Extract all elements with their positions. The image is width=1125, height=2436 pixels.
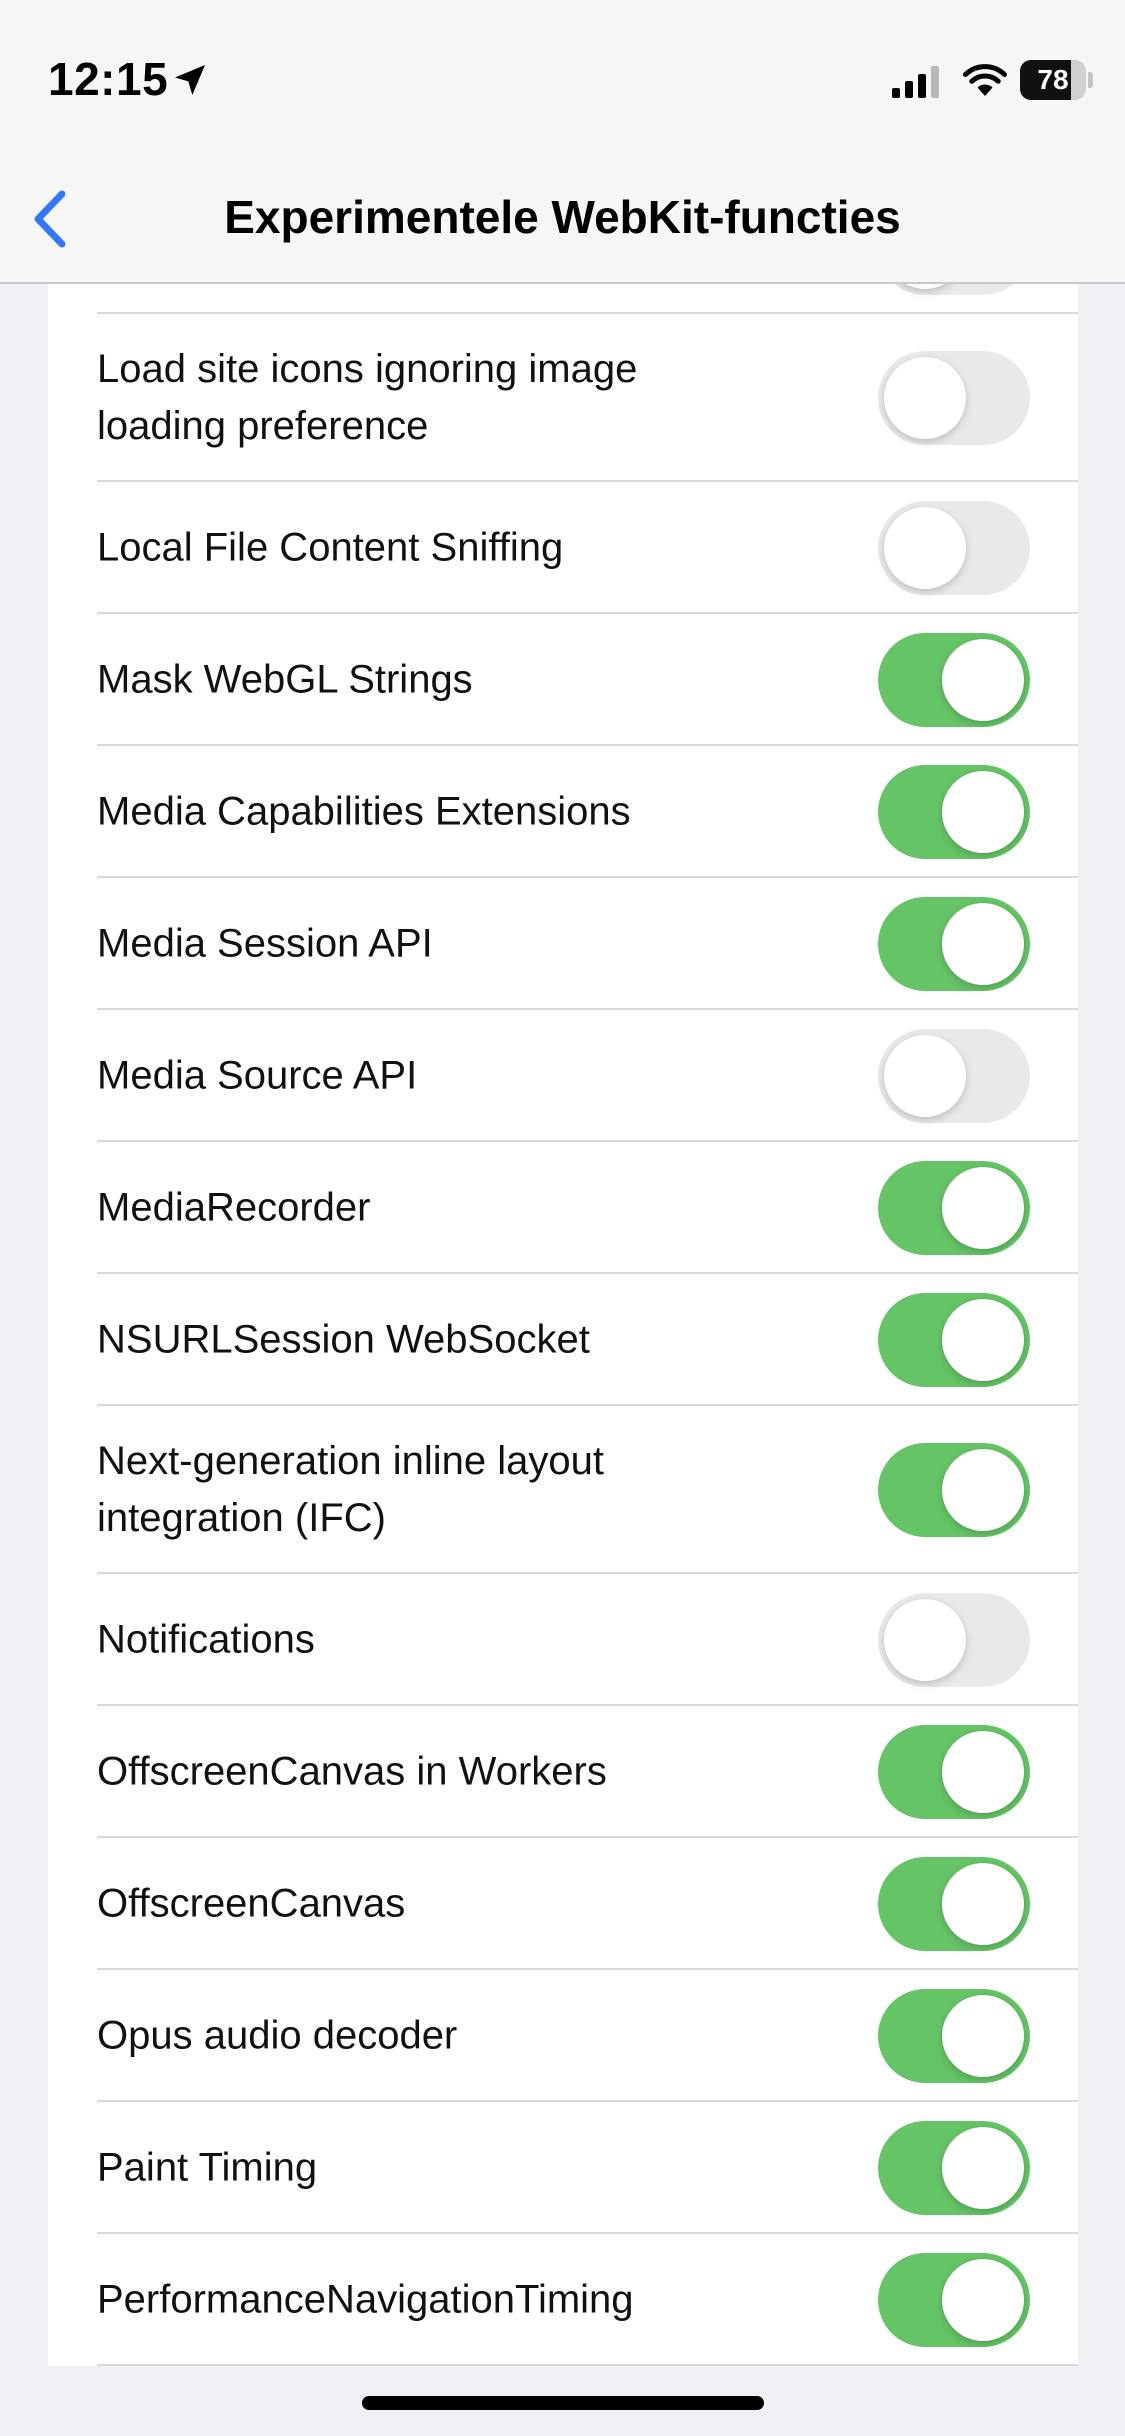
setting-label: Load site icons ignoring image loading p…: [97, 347, 638, 448]
setting-toggle[interactable]: [878, 897, 1030, 991]
settings-row: OffscreenCanvas in Workers: [48, 1706, 1078, 1838]
home-indicator: [362, 2396, 764, 2410]
toggle-knob: [942, 1863, 1024, 1945]
setting-toggle[interactable]: [878, 1293, 1030, 1387]
setting-toggle[interactable]: [878, 1593, 1030, 1687]
cellular-signal-icon: [892, 66, 939, 98]
setting-label: Local File Content Sniffing: [97, 525, 564, 570]
navigation-bar: Experimentele WebKit-functies: [0, 160, 1125, 284]
toggle-knob: [884, 284, 966, 289]
settings-row: Load site icons ignoring image loading p…: [48, 314, 1078, 482]
setting-label: OffscreenCanvas in Workers: [97, 1749, 607, 1794]
setting-label: Next-generation inline layout integratio…: [97, 1439, 604, 1540]
settings-row: PerformanceNavigationTiming: [48, 2234, 1078, 2366]
settings-row: Next-generation inline layout integratio…: [48, 1406, 1078, 1574]
settings-row: Notifications: [48, 1574, 1078, 1706]
settings-row: Media Session API: [48, 878, 1078, 1010]
battery-icon: 78: [1020, 60, 1086, 100]
setting-toggle[interactable]: [878, 351, 1030, 445]
toggle-knob: [942, 771, 1024, 853]
settings-row: Local File Content Sniffing: [48, 482, 1078, 614]
setting-toggle[interactable]: [878, 765, 1030, 859]
setting-label: Opus audio decoder: [97, 2013, 458, 2058]
setting-toggle[interactable]: [878, 633, 1030, 727]
toggle-knob: [942, 1449, 1024, 1531]
status-time: 12:15: [48, 53, 169, 105]
settings-row: MediaRecorder: [48, 1142, 1078, 1274]
setting-toggle[interactable]: [878, 1443, 1030, 1537]
setting-toggle[interactable]: [878, 1857, 1030, 1951]
setting-label: PerformanceNavigationTiming: [97, 2277, 634, 2322]
settings-row: Opus audio decoder: [48, 1970, 1078, 2102]
toggle-knob: [942, 2259, 1024, 2341]
settings-row: Paint Timing: [48, 2102, 1078, 2234]
page-title: Experimentele WebKit-functies: [224, 191, 901, 243]
toggle-knob: [942, 903, 1024, 985]
settings-row: LinkPrefetch: [48, 284, 1078, 314]
setting-label: MediaRecorder: [97, 1185, 371, 1230]
setting-toggle[interactable]: [878, 284, 1030, 295]
setting-toggle[interactable]: [878, 501, 1030, 595]
setting-toggle[interactable]: [878, 2253, 1030, 2347]
settings-row: Media Source API: [48, 1010, 1078, 1142]
settings-row: Mask WebGL Strings: [48, 614, 1078, 746]
setting-label: Media Source API: [97, 1053, 418, 1098]
setting-label: Paint Timing: [97, 2145, 318, 2190]
status-bar: 12:15 78: [0, 0, 1125, 160]
setting-toggle[interactable]: [878, 1725, 1030, 1819]
setting-label: Mask WebGL Strings: [97, 657, 473, 702]
settings-row: Media Capabilities Extensions: [48, 746, 1078, 878]
setting-toggle[interactable]: [878, 1161, 1030, 1255]
battery-tip: [1088, 72, 1093, 88]
setting-label: Media Session API: [97, 921, 433, 966]
settings-list: LinkPrefetch Load site icons ignoring ima…: [48, 284, 1078, 2366]
setting-toggle[interactable]: [878, 1989, 1030, 2083]
toggle-knob: [942, 2127, 1024, 2209]
toggle-knob: [942, 1731, 1024, 1813]
toggle-knob: [942, 1995, 1024, 2077]
settings-scroll-area[interactable]: LinkPrefetch Load site icons ignoring ima…: [0, 284, 1125, 2436]
toggle-knob: [942, 639, 1024, 721]
toggle-knob: [884, 1035, 966, 1117]
setting-toggle[interactable]: [878, 2121, 1030, 2215]
battery-level: 78: [1037, 64, 1069, 95]
toggle-knob: [884, 357, 966, 439]
location-arrow-icon: [175, 65, 205, 95]
wifi-icon: [963, 64, 1007, 96]
settings-row: NSURLSession WebSocket: [48, 1274, 1078, 1406]
toggle-knob: [942, 1299, 1024, 1381]
toggle-knob: [884, 1599, 966, 1681]
toggle-knob: [942, 1167, 1024, 1249]
setting-label: NSURLSession WebSocket: [97, 1317, 590, 1362]
setting-label: Notifications: [97, 1617, 315, 1662]
toggle-knob: [884, 507, 966, 589]
setting-toggle[interactable]: [878, 1029, 1030, 1123]
setting-label: OffscreenCanvas: [97, 1881, 406, 1926]
setting-label: Media Capabilities Extensions: [97, 789, 631, 834]
settings-row: OffscreenCanvas: [48, 1838, 1078, 1970]
